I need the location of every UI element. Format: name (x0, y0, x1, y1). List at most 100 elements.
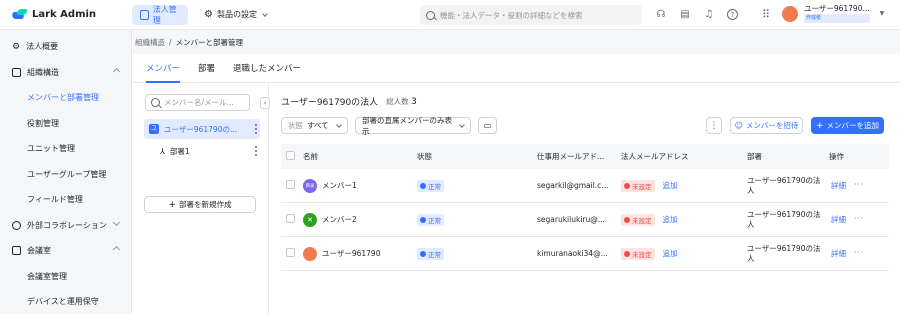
department-icon: ⅄ (160, 146, 165, 156)
bell-icon[interactable]: ♫ (703, 9, 715, 21)
corp-email-status-badge: 未設定 (621, 179, 655, 192)
create-department-button[interactable]: + 部署を新規作成 (144, 196, 256, 213)
clipboard-icon[interactable]: ▤ (679, 9, 691, 21)
user-menu[interactable]: ユーザー961790... 作成者 ▼ (782, 4, 884, 23)
tree-node-root[interactable]: ユ ユーザー961790の... (144, 119, 260, 139)
chevron-down-icon (262, 10, 268, 17)
avatar (303, 246, 317, 261)
column-header-department[interactable]: 部署 (747, 151, 829, 162)
create-department-label: 部署を新規作成 (179, 200, 232, 209)
sidebar-item-meeting-rooms[interactable]: 会議室 (0, 238, 131, 264)
export-icon: ▭ (483, 121, 492, 130)
column-header-name[interactable]: 名前 (303, 151, 417, 162)
row-checkbox[interactable] (286, 214, 295, 223)
department-name-cont: 人 (747, 253, 755, 263)
add-corp-email-link[interactable]: 追加 (663, 180, 678, 191)
status-filter-dropdown[interactable]: 状態 すべて (281, 117, 348, 134)
tab-departments[interactable]: 部署 (198, 53, 215, 82)
more-icon[interactable] (255, 146, 257, 156)
select-all-checkbox[interactable] (286, 151, 295, 160)
column-header-corp-email[interactable]: 法人メールアドレス (621, 151, 747, 162)
add-corp-email-link[interactable]: 追加 (663, 248, 678, 259)
check-circle-icon (420, 182, 426, 189)
more-icon[interactable] (255, 124, 257, 134)
column-header-actions: 操作 (829, 152, 844, 161)
collapse-tree-button[interactable]: ‹ (260, 97, 270, 109)
invite-member-button[interactable]: ☺ メンバーを招待 (730, 117, 803, 134)
work-email: kimuranaoki34@... (537, 249, 608, 258)
member-count: 3 (411, 97, 417, 107)
member-name: メンバー1 (322, 181, 357, 190)
department-tree: メンバー名/メール... ‹ ユ ユーザー961790の... ⅄ 部署1 + … (133, 83, 270, 314)
headset-icon[interactable]: ☊ (655, 9, 667, 21)
globe-icon (12, 220, 21, 230)
row-checkbox[interactable] (286, 180, 295, 189)
more-icon[interactable]: ··· (854, 180, 864, 191)
role-badge: 作成者 (804, 14, 870, 23)
column-header-status[interactable]: 状態 (417, 151, 537, 162)
org-icon: ユ (149, 124, 159, 134)
check-circle-icon (420, 216, 426, 223)
table-header: 名前 状態 仕事用メールアド... 法人メールアドレス 部署 操作 (281, 144, 889, 169)
sidebar-item-user-groups[interactable]: ユーザーグループ管理 (0, 162, 131, 188)
sidebar-item-label: ユニット管理 (27, 144, 75, 154)
avatar: ✕ (303, 212, 317, 227)
breadcrumb: 組織構造 / メンバーと部署管理 (133, 30, 900, 54)
gear-icon: ⚙ (12, 41, 21, 52)
alert-circle-icon (624, 182, 630, 189)
tree-node-label: 部署1 (169, 146, 190, 156)
department-name: ユーザー961790の法 (747, 209, 821, 219)
lark-logo-icon (12, 8, 28, 21)
table-row[interactable]: 目录 メンバー1 正常 segarkil@gmail.c... 未設定 追加 ユ… (281, 169, 889, 203)
direct-members-filter-dropdown[interactable]: 部署の直属メンバーのみ表示 (355, 116, 471, 136)
sidebar-item-external-collab[interactable]: 外部コラボレーション (0, 213, 131, 239)
tab-members[interactable]: メンバー (146, 53, 181, 83)
app-grid-icon[interactable]: ⠿ (760, 9, 772, 21)
tab-label: 退職したメンバー (233, 63, 302, 74)
tree-search-input[interactable]: メンバー名/メール... (145, 94, 250, 111)
global-search-input[interactable]: 機能・法人データ・役割の詳細などを検索 (420, 5, 642, 25)
column-header-work-email[interactable]: 仕事用メールアド... (537, 151, 621, 162)
caret-down-icon: ▼ (879, 10, 885, 17)
tab-resigned-members[interactable]: 退職したメンバー (233, 53, 301, 82)
sidebar-item-roles[interactable]: 役割管理 (0, 111, 131, 137)
app-logo[interactable]: Lark Admin (0, 8, 132, 21)
tree-search-placeholder: メンバー名/メール... (164, 98, 234, 107)
department-name: ユーザー961790の法 (747, 243, 821, 253)
tree-node-department1[interactable]: ⅄ 部署1 (144, 141, 260, 161)
sidebar-item-members-departments[interactable]: メンバーと部署管理 (0, 85, 131, 111)
row-checkbox[interactable] (286, 248, 295, 257)
sidebar-item-org-structure[interactable]: 組織構造 (0, 60, 131, 86)
sidebar-item-meeting-room-management[interactable]: 会議室管理 (0, 264, 131, 290)
add-member-button[interactable]: + メンバーを追加 (811, 117, 884, 134)
more-actions-button[interactable]: ⋮ (706, 117, 722, 134)
more-icon[interactable]: ··· (854, 248, 864, 259)
table-row[interactable]: ユーザー961790 正常 kimuranaoki34@... 未設定 追加 ユ… (281, 237, 889, 271)
table-row[interactable]: ✕ メンバー2 正常 segarukilukiru@... 未設定 追加 ユーザ… (281, 203, 889, 237)
breadcrumb-parent[interactable]: 組織構造 (135, 37, 165, 48)
details-link[interactable]: 詳細 (831, 180, 846, 191)
org-structure-icon (12, 67, 21, 77)
member-table: 名前 状態 仕事用メールアド... 法人メールアドレス 部署 操作 目录 メンバ… (281, 144, 889, 271)
help-icon[interactable]: ? (727, 9, 738, 20)
tab-org-management[interactable]: 法人管理 (132, 4, 188, 25)
sidebar-item-label: デバイスと運用保守 (27, 297, 99, 307)
details-link[interactable]: 詳細 (831, 248, 846, 259)
sidebar-item-units[interactable]: ユニット管理 (0, 136, 131, 162)
corp-status-text: 未設定 (632, 250, 652, 259)
filter-label: 状態 (288, 121, 303, 130)
export-button[interactable]: ▭ (478, 117, 497, 134)
work-email: segarkil@gmail.c... (537, 181, 609, 190)
tab-org-label: 法人管理 (152, 4, 177, 25)
sidebar-item-devices[interactable]: デバイスと運用保守 (0, 289, 131, 315)
corp-email-status-badge: 未設定 (621, 213, 655, 226)
sidebar-item-fields[interactable]: フィールド管理 (0, 187, 131, 213)
sidebar-item-overview[interactable]: ⚙ 法人概要 (0, 34, 131, 60)
plus-icon: + (168, 199, 177, 210)
tab-product-settings[interactable]: ⚙ 製品の設定 (196, 5, 275, 25)
details-link[interactable]: 詳細 (831, 214, 846, 225)
add-corp-email-link[interactable]: 追加 (663, 214, 678, 225)
status-text: 正常 (428, 250, 441, 259)
more-icon[interactable]: ··· (854, 214, 864, 225)
user-add-icon: ☺ (734, 121, 743, 130)
